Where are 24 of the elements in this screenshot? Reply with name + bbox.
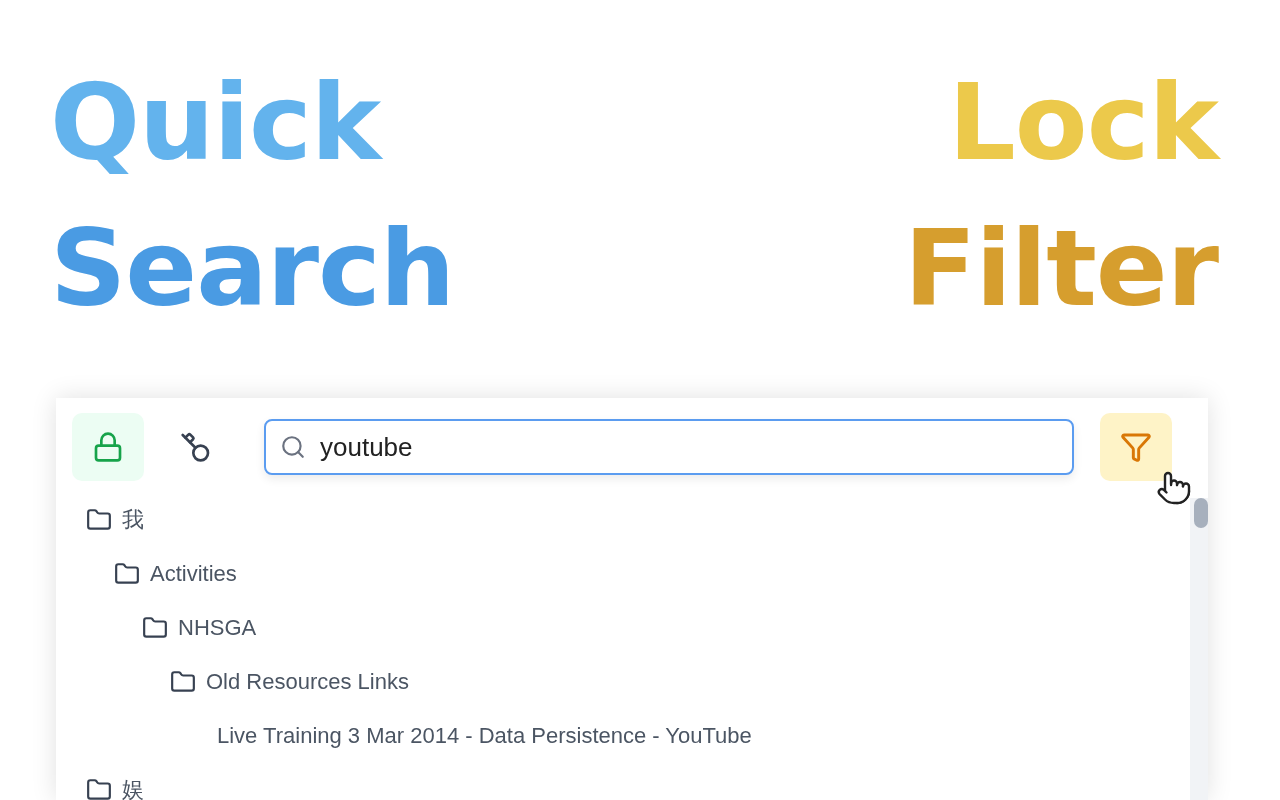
folder-label[interactable]: Activities <box>150 561 237 587</box>
folder-icon <box>142 615 168 641</box>
scroll-thumb[interactable] <box>1194 498 1208 528</box>
folder-label[interactable]: Old Resources Links <box>206 669 409 695</box>
search-field[interactable]: youtube <box>264 419 1074 475</box>
folder-label[interactable]: 娱 <box>122 775 144 800</box>
filter-icon <box>1120 431 1152 463</box>
folder-label[interactable]: NHSGA <box>178 615 257 641</box>
folder-icon <box>86 777 112 800</box>
bookmark-link[interactable]: Live Training 3 Mar 2014 - Data Persistence - YouTube <box>170 723 752 749</box>
headline-word: Filter <box>904 206 1218 332</box>
headline-word: Quick <box>50 60 381 186</box>
search-icon <box>280 434 306 460</box>
folder-label[interactable]: 我 <box>122 505 144 535</box>
lock-button[interactable] <box>72 413 144 481</box>
folder-icon <box>170 669 196 695</box>
filter-button[interactable] <box>1100 413 1172 481</box>
hand-cursor-icon <box>1156 470 1192 506</box>
lock-icon <box>92 431 124 463</box>
key-icon <box>180 431 212 463</box>
scrollbar[interactable] <box>1190 498 1208 800</box>
headline-word: Search <box>50 206 455 332</box>
folder-icon <box>86 507 112 533</box>
folder-icon <box>114 561 140 587</box>
